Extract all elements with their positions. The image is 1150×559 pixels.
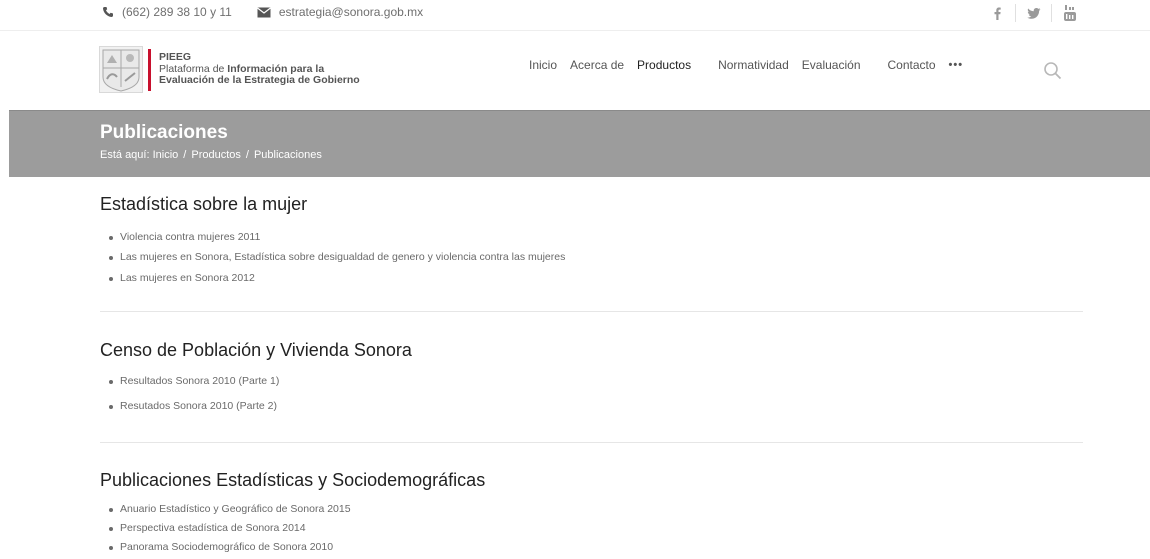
publication-link[interactable]: Panorama Sociodemográfico de Sonora 2010 [100, 538, 1083, 557]
social-links [979, 2, 1087, 24]
section-heading: Estadística sobre la mujer [100, 194, 308, 214]
publication-link[interactable]: Resultados Sonora 2010 (Parte 1) [100, 369, 1083, 394]
envelope-icon [256, 7, 271, 17]
publication-link[interactable]: Resutados Sonora 2010 (Parte 2) [100, 394, 1083, 419]
phone-contact: (662) 289 38 10 y 11 [102, 5, 232, 19]
breadcrumb-separator: / [245, 149, 249, 161]
nav-normatividad[interactable]: Normatividad [718, 58, 789, 72]
email-address[interactable]: estrategia@sonora.gob.mx [279, 5, 423, 19]
contact-info: (662) 289 38 10 y 11 estrategia@sonora.g… [102, 5, 448, 19]
breadcrumb: Está aquí: Inicio / Productos / Publicacione… [100, 149, 322, 161]
logo-line-1-bold: Información para la [227, 62, 325, 75]
publication-list: Violencia contra mujeres 2011 Las mujere… [100, 228, 1083, 289]
section-heading: Publicaciones Estadísticas y Sociodemogr… [100, 470, 486, 490]
breadcrumb-separator: / [183, 149, 187, 161]
publication-link[interactable]: Las mujeres en Sonora, Estadística sobre… [100, 247, 1083, 268]
publication-link[interactable]: Violencia contra mujeres 2011 [100, 228, 1083, 247]
search-icon[interactable] [1043, 61, 1063, 81]
phone-number: (662) 289 38 10 y 11 [122, 5, 232, 19]
breadcrumb-item-inicio[interactable]: Inicio [153, 149, 179, 161]
nav-acerca-de[interactable]: Acerca de [570, 58, 624, 72]
site-logo[interactable]: PIEEG Plataforma de Información para la … [99, 46, 360, 93]
nav-contacto[interactable]: Contacto [888, 58, 936, 72]
logo-text: PIEEG Plataforma de Información para la … [159, 52, 360, 87]
nav-more-icon[interactable]: ••• [949, 59, 964, 71]
breadcrumb-item-productos[interactable]: Productos [191, 149, 241, 161]
main-nav: Inicio Acerca de Productos Normatividad … [529, 58, 976, 72]
nav-evaluacion[interactable]: Evaluación [802, 58, 861, 72]
top-contact-bar: (662) 289 38 10 y 11 estrategia@sonora.g… [0, 0, 1150, 30]
youtube-icon[interactable] [1051, 4, 1087, 22]
email-contact[interactable]: estrategia@sonora.gob.mx [256, 5, 423, 19]
twitter-icon[interactable] [1015, 4, 1051, 22]
section-heading: Censo de Población y Vivienda Sonora [100, 340, 412, 360]
publication-list: Resultados Sonora 2010 (Parte 1) Resutad… [100, 369, 1083, 419]
section-estadistica-mujer: Estadística sobre la mujer Violencia con… [100, 194, 1083, 289]
section-divider [100, 311, 1083, 312]
logo-divider [148, 48, 151, 91]
government-seal-icon [99, 46, 143, 93]
page-title-band: Publicaciones Está aquí: Inicio / Producto… [9, 110, 1150, 177]
publication-link[interactable]: Las mujeres en Sonora 2012 [100, 268, 1083, 289]
nav-productos[interactable]: Productos [637, 58, 691, 72]
nav-inicio[interactable]: Inicio [529, 58, 557, 72]
section-publicaciones-estadisticas: Publicaciones Estadísticas y Sociodemogr… [100, 470, 1083, 557]
facebook-icon[interactable] [979, 4, 1015, 22]
publication-link[interactable]: Perspectiva estadística de Sonora 2014 [100, 519, 1083, 538]
publication-list: Anuario Estadístico y Geográfico de Sono… [100, 500, 1083, 557]
breadcrumb-prefix: Está aquí: [100, 149, 150, 161]
page-title: Publicaciones [100, 122, 228, 143]
logo-line-1-normal: Plataforma de [159, 62, 228, 75]
phone-icon [103, 7, 113, 17]
section-censo: Censo de Población y Vivienda Sonora Res… [100, 340, 1083, 419]
section-divider [100, 442, 1083, 443]
publication-link[interactable]: Anuario Estadístico y Geográfico de Sono… [100, 500, 1083, 519]
site-header: PIEEG Plataforma de Información para la … [0, 30, 1150, 110]
breadcrumb-item-publicaciones: Publicaciones [253, 149, 322, 161]
logo-line-2: Evaluación de la Estrategia de Gobierno [159, 74, 360, 87]
